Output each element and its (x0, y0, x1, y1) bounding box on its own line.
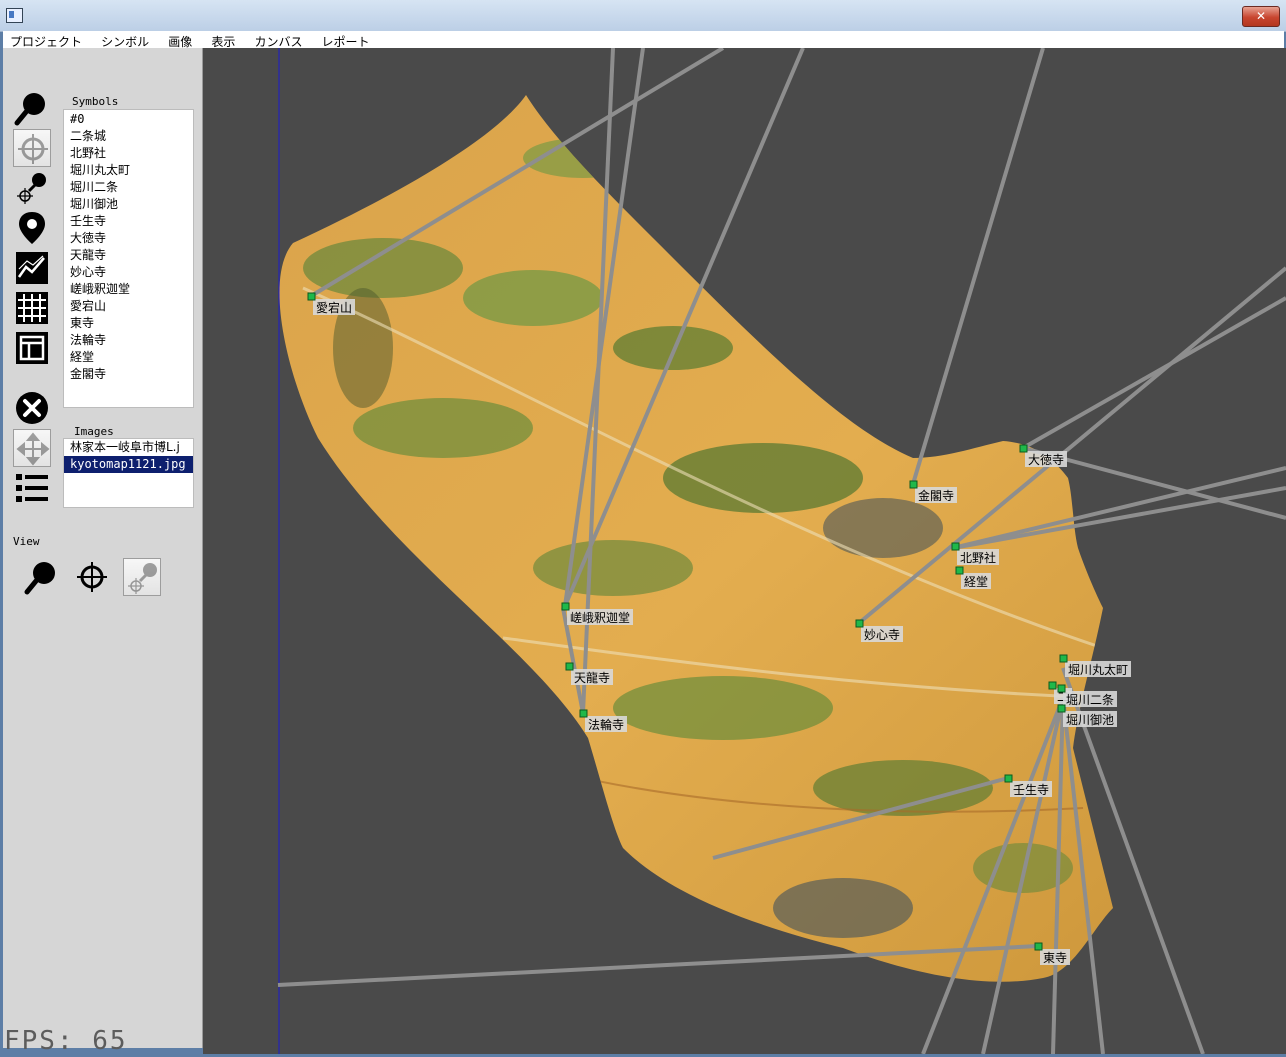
marker-icon (1057, 704, 1066, 713)
symbol-list-item[interactable]: 嵯峨釈迦堂 (64, 281, 193, 298)
symbols-label: Symbols (72, 95, 119, 108)
delete-tool-icon[interactable] (13, 389, 51, 427)
marker-label: 堀川丸太町 (1068, 662, 1128, 677)
tool-sidebar: Symbols #0 二条城 北野社 堀川丸太町 堀川二条 堀川御池 壬生寺 大徳寺 天龍寺 妙心… (3, 48, 203, 1048)
symbol-list-item[interactable]: #0 (64, 111, 193, 128)
menu-bar: プロジェクト シンボル 画像 表示 カンバス レポート (3, 31, 1284, 49)
map-marker-daitokuji[interactable]: 大徳寺 (1019, 444, 1067, 467)
layout-tool-icon[interactable] (13, 329, 51, 367)
marker-icon (1034, 942, 1043, 951)
symbol-list-item[interactable]: 愛宕山 (64, 298, 193, 315)
marker-icon (1048, 681, 1057, 690)
warped-map-image (279, 95, 1114, 982)
marker-icon (1019, 444, 1028, 453)
marker-label: 大徳寺 (1028, 452, 1064, 467)
symbol-list-item[interactable]: 大徳寺 (64, 230, 193, 247)
marker-label: 愛宕山 (316, 300, 352, 315)
symbol-list-item[interactable]: 天龍寺 (64, 247, 193, 264)
marker-icon (951, 542, 960, 551)
marker-icon (561, 602, 570, 611)
marker-icon (855, 619, 864, 628)
images-label: Images (74, 425, 114, 438)
marker-label: 堀川御池 (1066, 712, 1114, 727)
symbol-list-item[interactable]: 堀川丸太町 (64, 162, 193, 179)
symbol-list-item[interactable]: 法輪寺 (64, 332, 193, 349)
marker-label: 東寺 (1043, 951, 1067, 965)
title-bar: ✕ (0, 0, 1286, 32)
symbol-list-item[interactable]: 経堂 (64, 349, 193, 366)
marker-icon (1004, 774, 1013, 783)
symbol-list-item[interactable]: 堀川御池 (64, 196, 193, 213)
symbol-list-item[interactable]: 妙心寺 (64, 264, 193, 281)
symbol-list-item[interactable]: 北野社 (64, 145, 193, 162)
list-tool-icon[interactable] (13, 469, 51, 507)
marker-icon (955, 566, 964, 575)
images-list[interactable]: 林家本一岐阜市博L.j kyotomap1121.jpg (63, 438, 194, 508)
move-tool-icon[interactable] (13, 429, 51, 467)
image-list-item[interactable]: 林家本一岐阜市博L.j (64, 439, 193, 456)
marker-label: 北野社 (960, 550, 996, 565)
crosshair-tool-icon[interactable] (13, 129, 51, 167)
marker-label: 法輪寺 (588, 717, 624, 732)
marker-label: 嵯峨釈迦堂 (570, 611, 630, 625)
grid-tool-icon[interactable] (13, 289, 51, 327)
symbols-list[interactable]: #0 二条城 北野社 堀川丸太町 堀川二条 堀川御池 壬生寺 大徳寺 天龍寺 妙心寺 嵯峨釈迦堂 愛宕… (63, 109, 194, 408)
fps-counter: FPS: 65 (4, 1026, 128, 1056)
app-window: ✕ プロジェクト シンボル 画像 表示 カンバス レポート Symbols #0… (0, 0, 1286, 1057)
view-crosshair-icon[interactable] (73, 558, 111, 596)
map-canvas-svg: 愛宕山大徳寺金閣寺北野社経堂嵯峨釈迦堂妙心寺天龍寺法輪寺堀川丸太町二堀川二条堀川… (277, 48, 1286, 1054)
map-canvas[interactable]: 愛宕山大徳寺金閣寺北野社経堂嵯峨釈迦堂妙心寺天龍寺法輪寺堀川丸太町二堀川二条堀川… (203, 48, 1286, 1054)
symbol-list-item[interactable]: 壬生寺 (64, 213, 193, 230)
marker-icon (1057, 684, 1066, 693)
marker-label: 経堂 (964, 575, 988, 589)
symbol-list-item[interactable]: 堀川二条 (64, 179, 193, 196)
symbol-list-item[interactable]: 金閣寺 (64, 366, 193, 383)
marker-icon (1059, 654, 1068, 663)
marker-label: 妙心寺 (864, 628, 900, 642)
app-icon (6, 8, 23, 23)
marker-icon (565, 662, 574, 671)
marker-icon (579, 709, 588, 718)
close-button[interactable]: ✕ (1242, 6, 1280, 27)
symbol-list-item[interactable]: 東寺 (64, 315, 193, 332)
marker-icon (909, 480, 918, 489)
marker-label: 金閣寺 (918, 488, 954, 503)
symbol-list-item[interactable]: 二条城 (64, 128, 193, 145)
marker-icon (307, 292, 316, 301)
view-magnify-icon[interactable] (23, 558, 61, 596)
marker-label: 壬生寺 (1013, 783, 1049, 797)
view-label: View (13, 535, 40, 548)
marker-label: 天龍寺 (574, 670, 610, 685)
marker-label: 堀川二条 (1066, 692, 1114, 707)
image-list-item[interactable]: kyotomap1121.jpg (64, 456, 193, 473)
locate-magnify-tool-icon[interactable] (13, 169, 51, 207)
chart-tool-icon[interactable] (13, 249, 51, 287)
view-locate-magnify-icon[interactable] (123, 558, 161, 596)
pin-tool-icon[interactable] (13, 209, 51, 247)
magnify-tool-icon[interactable] (13, 89, 51, 127)
